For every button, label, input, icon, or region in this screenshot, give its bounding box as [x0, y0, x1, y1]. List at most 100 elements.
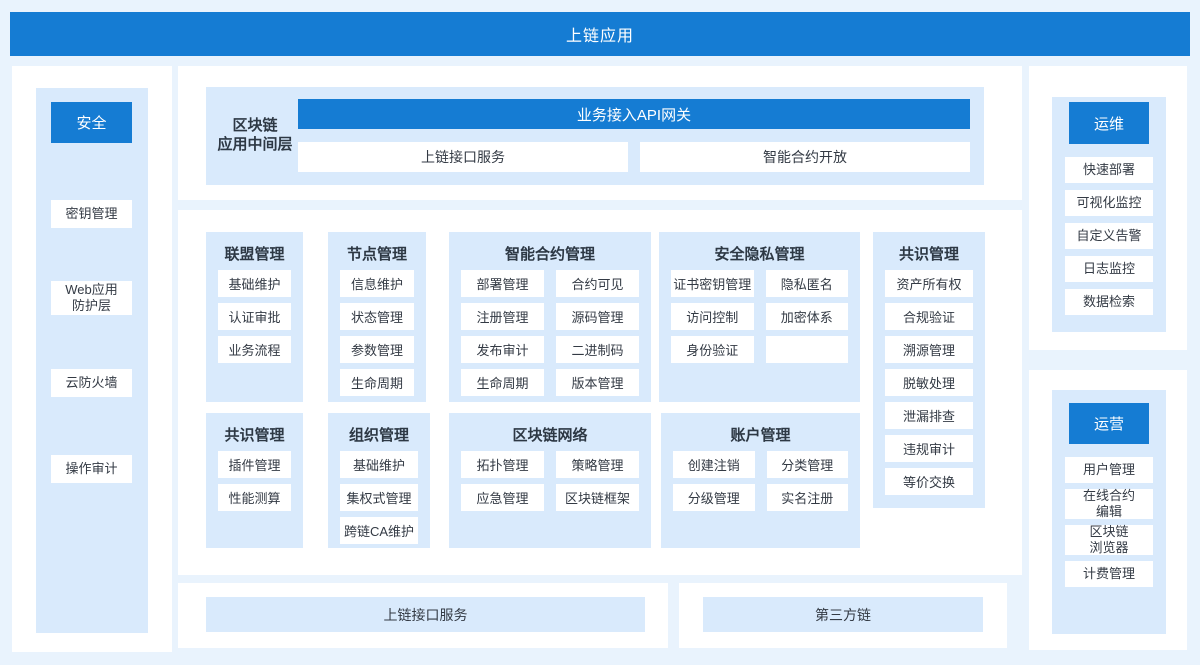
security-item-operation-audit: 操作审计: [51, 455, 132, 483]
security-panel: 安全 密钥管理 Web应用 防护层 云防火墙 操作审计: [12, 66, 172, 652]
top-banner: 上链应用: [10, 12, 1190, 56]
service-smart-contract-open: 智能合约开放: [640, 142, 970, 172]
module-item: 基础维护: [218, 270, 291, 297]
middleware-label: 区块链 应用中间层: [210, 87, 300, 185]
ops-header: 运维: [1069, 102, 1149, 144]
module-item: 实名注册: [767, 484, 849, 511]
group-title: 区块链网络: [461, 421, 639, 451]
module-item: 注册管理: [461, 303, 544, 330]
security-item-web-app-firewall: Web应用 防护层: [51, 281, 132, 315]
security-header: 安全: [51, 102, 132, 143]
group-consensus-management-tall: 共识管理 资产所有权 合规验证 溯源管理 脱敏处理 泄漏排查 违规审计 等价交换: [873, 232, 985, 508]
group-title: 安全隐私管理: [671, 240, 848, 270]
module-item: 生命周期: [340, 369, 414, 396]
bottom-right-panel: 第三方链: [679, 583, 1007, 648]
group-items: 基础维护 认证审批 业务流程: [218, 270, 291, 363]
security-item-key-management: 密钥管理: [51, 200, 132, 228]
module-item: 发布审计: [461, 336, 544, 363]
module-item: 信息维护: [340, 270, 414, 297]
group-title: 共识管理: [218, 421, 291, 451]
module-item: 分类管理: [767, 451, 849, 478]
module-item: 资产所有权: [885, 270, 973, 297]
group-items: 插件管理 性能测算: [218, 451, 291, 511]
module-item: 合规验证: [885, 303, 973, 330]
module-item: 状态管理: [340, 303, 414, 330]
ops-item-custom-alert: 自定义告警: [1065, 223, 1153, 249]
module-item: 脱敏处理: [885, 369, 973, 396]
group-title: 节点管理: [340, 240, 414, 270]
module-item: 创建注销: [673, 451, 755, 478]
module-item: 跨链CA维护: [340, 517, 418, 544]
group-items: 基础维护 集权式管理 跨链CA维护: [340, 451, 418, 544]
group-title: 共识管理: [885, 240, 973, 270]
module-item: 加密体系: [766, 303, 849, 330]
top-banner-title: 上链应用: [566, 22, 634, 46]
ops-item-visual-monitoring: 可视化监控: [1065, 190, 1153, 216]
module-item: 二进制码: [556, 336, 639, 363]
module-item: 参数管理: [340, 336, 414, 363]
operation-panel: 运营 用户管理 在线合约 编辑 区块链 浏览器 计费管理: [1029, 370, 1187, 650]
module-item: 性能测算: [218, 484, 291, 511]
group-items: 部署管理 合约可见 注册管理 源码管理 发布审计 二进制码 生命周期 版本管理: [461, 270, 639, 396]
ops-item-quick-deploy: 快速部署: [1065, 157, 1153, 183]
module-item: 基础维护: [340, 451, 418, 478]
third-party-chain-bar: 第三方链: [703, 597, 983, 632]
group-items: 证书密钥管理 隐私匿名 访问控制 加密体系 身份验证: [671, 270, 848, 363]
module-item: 区块链框架: [556, 484, 639, 511]
module-item: 身份验证: [671, 336, 754, 363]
group-title: 智能合约管理: [461, 240, 639, 270]
group-security-privacy-management: 安全隐私管理 证书密钥管理 隐私匿名 访问控制 加密体系 身份验证: [659, 232, 860, 402]
bottom-left-panel: 上链接口服务: [178, 583, 668, 648]
module-item: 访问控制: [671, 303, 754, 330]
module-item: 分级管理: [673, 484, 755, 511]
operation-header: 运营: [1069, 403, 1149, 444]
module-item: 认证审批: [218, 303, 291, 330]
module-item: 集权式管理: [340, 484, 418, 511]
group-title: 账户管理: [673, 421, 848, 451]
module-item: 违规审计: [885, 435, 973, 462]
module-item: 拓扑管理: [461, 451, 544, 478]
module-item: 策略管理: [556, 451, 639, 478]
operation-item-blockchain-browser: 区块链 浏览器: [1065, 525, 1153, 555]
module-item: 证书密钥管理: [671, 270, 754, 297]
chain-interface-service-bar: 上链接口服务: [206, 597, 645, 632]
module-item: 泄漏排查: [885, 402, 973, 429]
module-item: 等价交换: [885, 468, 973, 495]
group-title: 联盟管理: [218, 240, 291, 270]
module-item: 插件管理: [218, 451, 291, 478]
group-items: 信息维护 状态管理 参数管理 生命周期: [340, 270, 414, 396]
operation-item-billing-management: 计费管理: [1065, 561, 1153, 587]
group-title: 组织管理: [340, 421, 418, 451]
service-chain-interface: 上链接口服务: [298, 142, 628, 172]
group-organization-management: 组织管理 基础维护 集权式管理 跨链CA维护: [328, 413, 430, 548]
module-item: 业务流程: [218, 336, 291, 363]
module-item: 源码管理: [556, 303, 639, 330]
group-node-management: 节点管理 信息维护 状态管理 参数管理 生命周期: [328, 232, 426, 402]
group-items: 拓扑管理 策略管理 应急管理 区块链框架: [461, 451, 639, 511]
group-items: 资产所有权 合规验证 溯源管理 脱敏处理 泄漏排查 违规审计 等价交换: [885, 270, 973, 495]
middleware-box: 区块链 应用中间层 业务接入API网关 上链接口服务 智能合约开放: [206, 87, 984, 185]
module-item-empty: [766, 336, 849, 363]
module-item: 应急管理: [461, 484, 544, 511]
module-item: 隐私匿名: [766, 270, 849, 297]
group-blockchain-network: 区块链网络 拓扑管理 策略管理 应急管理 区块链框架: [449, 413, 651, 548]
module-item: 合约可见: [556, 270, 639, 297]
group-account-management: 账户管理 创建注销 分类管理 分级管理 实名注册: [661, 413, 860, 548]
operation-item-online-contract-edit: 在线合约 编辑: [1065, 489, 1153, 519]
module-item: 版本管理: [556, 369, 639, 396]
module-item: 溯源管理: [885, 336, 973, 363]
module-item: 部署管理: [461, 270, 544, 297]
group-alliance-management: 联盟管理 基础维护 认证审批 业务流程: [206, 232, 303, 402]
ops-panel: 运维 快速部署 可视化监控 自定义告警 日志监控 数据检索: [1029, 66, 1187, 350]
module-grid-panel: 联盟管理 基础维护 认证审批 业务流程 节点管理 信息维护 状态管理 参数管理 …: [178, 210, 1022, 575]
api-gateway-bar: 业务接入API网关: [298, 99, 970, 129]
operation-item-user-management: 用户管理: [1065, 457, 1153, 483]
operation-column: 运营 用户管理 在线合约 编辑 区块链 浏览器 计费管理: [1052, 390, 1166, 634]
security-column: 安全 密钥管理 Web应用 防护层 云防火墙 操作审计: [36, 88, 148, 633]
module-item: 生命周期: [461, 369, 544, 396]
ops-item-log-monitoring: 日志监控: [1065, 256, 1153, 282]
group-smart-contract-management: 智能合约管理 部署管理 合约可见 注册管理 源码管理 发布审计 二进制码 生命周…: [449, 232, 651, 402]
middleware-panel: 区块链 应用中间层 业务接入API网关 上链接口服务 智能合约开放: [178, 66, 1022, 200]
security-item-cloud-firewall: 云防火墙: [51, 369, 132, 397]
group-items: 创建注销 分类管理 分级管理 实名注册: [673, 451, 848, 511]
